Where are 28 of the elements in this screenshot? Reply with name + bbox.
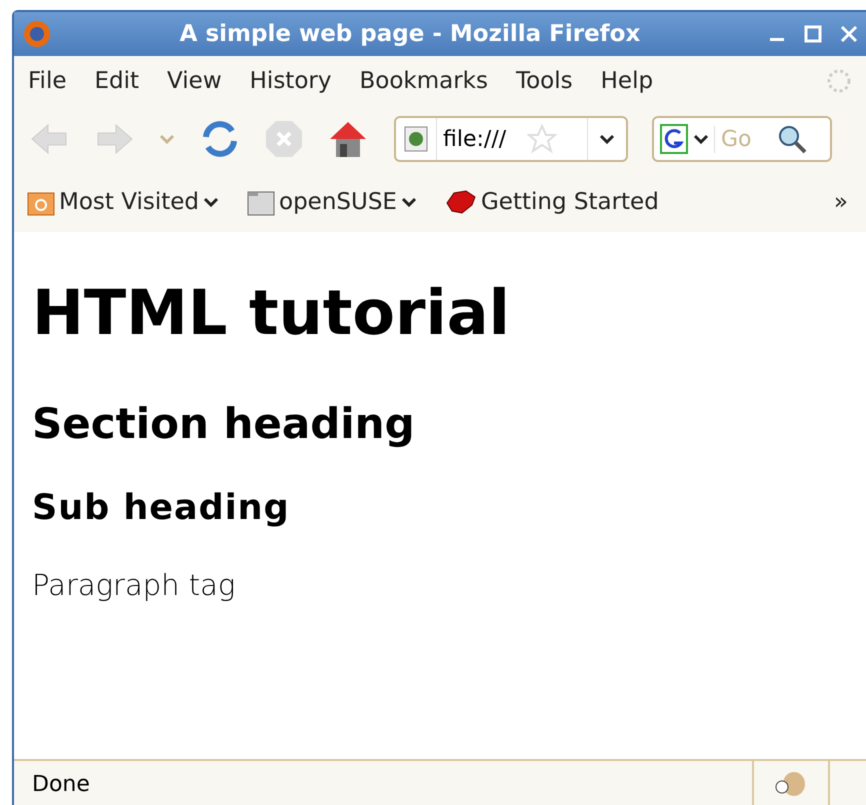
paragraph: Paragraph tag <box>32 568 236 602</box>
bookmark-item[interactable]: Getting Started <box>480 189 659 215</box>
menu-item[interactable]: Bookmarks <box>359 68 488 94</box>
bookmark-item[interactable]: Most Visited <box>59 189 199 215</box>
url-input[interactable]: file:/// <box>437 126 527 152</box>
home-icon[interactable] <box>328 119 368 159</box>
page-icon <box>404 126 428 152</box>
search-icon[interactable] <box>777 124 807 154</box>
google-g-icon[interactable] <box>660 124 688 154</box>
menu-item[interactable]: Tools <box>516 68 573 94</box>
throbber-icon <box>826 68 852 94</box>
reload-icon[interactable] <box>200 119 240 159</box>
menu-item[interactable]: File <box>28 68 66 94</box>
menu-item[interactable]: Help <box>600 68 654 94</box>
section-heading: Section heading <box>32 399 416 448</box>
page-heading: HTML tutorial <box>32 276 511 349</box>
status-text: Done <box>32 772 90 796</box>
search-input[interactable]: Go <box>714 126 773 152</box>
window-title: A simple web page - Mozilla Firefox <box>178 21 642 47</box>
sub-heading: Sub heading <box>32 488 291 528</box>
menu-item[interactable]: History <box>250 68 332 94</box>
maximize-icon[interactable] <box>804 25 822 43</box>
bookmark-item[interactable]: openSUSE <box>279 189 397 215</box>
menu-item[interactable]: View <box>167 68 222 94</box>
overflow-chevron[interactable]: » <box>834 189 848 215</box>
star-icon[interactable] <box>527 124 557 154</box>
menu-item[interactable]: Edit <box>94 68 140 94</box>
close-icon[interactable] <box>840 25 858 43</box>
